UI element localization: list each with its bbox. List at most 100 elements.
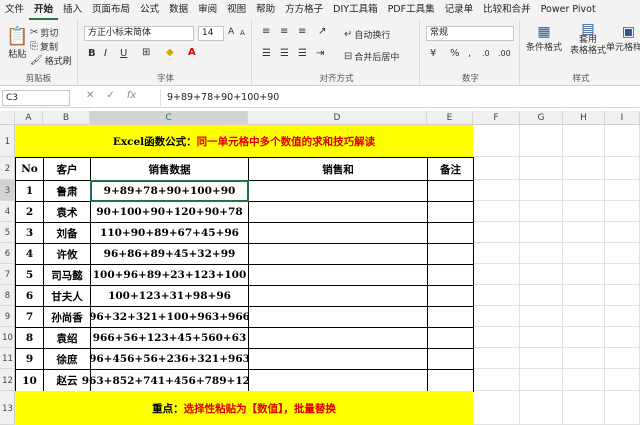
font-color-icon[interactable]: A bbox=[188, 47, 196, 58]
orientation-icon[interactable]: ↗ bbox=[318, 26, 326, 37]
menu-item-0[interactable]: 文件 bbox=[0, 0, 29, 20]
row-header-3[interactable]: 3 bbox=[0, 180, 15, 201]
empty-cell[interactable] bbox=[473, 243, 520, 264]
empty-cell[interactable] bbox=[473, 180, 520, 201]
customer-cell[interactable]: 司马懿 bbox=[43, 264, 91, 286]
formula-input[interactable]: 9+89+78+90+100+90 bbox=[160, 90, 279, 106]
empty-cell[interactable] bbox=[563, 243, 605, 264]
empty-cell[interactable] bbox=[473, 327, 520, 348]
customer-cell[interactable]: 孙尚香 bbox=[43, 306, 91, 328]
menu-item-11[interactable]: PDF工具集 bbox=[383, 0, 440, 20]
paste-button[interactable]: 📋 粘贴 bbox=[6, 26, 28, 60]
fx-icon[interactable]: fx bbox=[127, 90, 136, 101]
indent-icon[interactable]: ⇥ bbox=[316, 48, 324, 59]
empty-cell[interactable] bbox=[563, 201, 605, 222]
sales-sum-cell[interactable] bbox=[248, 306, 428, 328]
sales-sum-cell[interactable] bbox=[248, 222, 428, 244]
header-cell[interactable]: 销售和 bbox=[248, 157, 428, 181]
row-header-4[interactable]: 4 bbox=[0, 201, 15, 222]
cell-styles-button[interactable]: ▣ 单元格样式 bbox=[606, 24, 640, 53]
empty-cell[interactable] bbox=[473, 222, 520, 243]
header-cell[interactable]: 销售数据 bbox=[90, 157, 249, 181]
empty-cell[interactable] bbox=[563, 348, 605, 369]
menu-item-8[interactable]: 帮助 bbox=[251, 0, 280, 20]
empty-cell[interactable] bbox=[605, 222, 640, 243]
empty-cell[interactable] bbox=[473, 264, 520, 285]
sales-sum-cell[interactable] bbox=[248, 243, 428, 265]
empty-cell[interactable] bbox=[473, 285, 520, 306]
row-header-10[interactable]: 10 bbox=[0, 327, 15, 348]
header-cell[interactable]: No bbox=[15, 157, 44, 181]
sales-sum-cell[interactable] bbox=[248, 348, 428, 370]
row-number-cell[interactable]: 6 bbox=[15, 285, 44, 307]
menu-item-1[interactable]: 开始 bbox=[29, 0, 59, 20]
row-header-2[interactable]: 2 bbox=[0, 157, 15, 180]
row-number-cell[interactable]: 9 bbox=[15, 348, 44, 370]
empty-cell[interactable] bbox=[605, 327, 640, 348]
font-name-select[interactable]: 方正小标宋简体 bbox=[84, 26, 194, 41]
sales-sum-cell[interactable] bbox=[248, 285, 428, 307]
customer-cell[interactable]: 徐庶 bbox=[43, 348, 91, 370]
bold-button[interactable]: B bbox=[88, 48, 96, 59]
row-number-cell[interactable]: 3 bbox=[15, 222, 44, 244]
empty-cell[interactable] bbox=[520, 264, 563, 285]
sales-data-cell[interactable]: 110+90+89+67+45+96 bbox=[90, 222, 249, 244]
row-header-7[interactable]: 7 bbox=[0, 264, 15, 285]
sales-sum-cell[interactable] bbox=[248, 264, 428, 286]
empty-cell[interactable] bbox=[473, 306, 520, 327]
currency-icon[interactable]: ¥ bbox=[430, 48, 436, 59]
remark-cell[interactable] bbox=[427, 327, 474, 349]
row-header-8[interactable]: 8 bbox=[0, 285, 15, 306]
sales-data-cell[interactable]: 100+96+89+23+123+100 bbox=[90, 264, 249, 286]
remark-cell[interactable] bbox=[427, 264, 474, 286]
sales-data-cell[interactable]: 9+89+78+90+100+90 bbox=[90, 180, 249, 202]
remark-cell[interactable] bbox=[427, 201, 474, 223]
sales-data-cell[interactable]: 966+56+123+45+560+63 bbox=[90, 327, 249, 349]
column-header-G[interactable]: G bbox=[520, 111, 563, 125]
align-bottom-icon[interactable]: ≡ bbox=[298, 26, 306, 37]
empty-cell[interactable] bbox=[520, 243, 563, 264]
font-grow-button[interactable]: A bbox=[228, 27, 234, 37]
remark-cell[interactable] bbox=[427, 369, 474, 392]
conditional-format-button[interactable]: ▦ 条件格式 bbox=[526, 24, 562, 53]
empty-cell[interactable] bbox=[473, 125, 520, 157]
row-header-1[interactable]: 1 bbox=[0, 125, 15, 157]
empty-cell[interactable] bbox=[605, 157, 640, 180]
row-header-11[interactable]: 11 bbox=[0, 348, 15, 369]
empty-cell[interactable] bbox=[605, 264, 640, 285]
empty-cell[interactable] bbox=[563, 222, 605, 243]
row-header-5[interactable]: 5 bbox=[0, 222, 15, 243]
font-size-select[interactable]: 14 bbox=[198, 26, 224, 41]
customer-cell[interactable]: 袁术 bbox=[43, 201, 91, 223]
empty-cell[interactable] bbox=[473, 157, 520, 180]
remark-cell[interactable] bbox=[427, 306, 474, 328]
empty-cell[interactable] bbox=[605, 285, 640, 306]
title-banner[interactable]: Excel函数公式： 同一单元格中多个数值的求和技巧解读 bbox=[15, 125, 473, 157]
cut-button[interactable]: ✂ 剪切 bbox=[30, 26, 58, 39]
font-shrink-button[interactable]: A bbox=[240, 29, 245, 37]
align-middle-icon[interactable]: ≡ bbox=[280, 26, 288, 37]
format-painter-button[interactable]: 🖌 格式刷 bbox=[30, 54, 72, 67]
row-header-12[interactable]: 12 bbox=[0, 369, 15, 391]
customer-cell[interactable]: 刘备 bbox=[43, 222, 91, 244]
column-header-H[interactable]: H bbox=[563, 111, 605, 125]
footer-banner[interactable]: 重点： 选择性粘贴为【数值】，批量替换 bbox=[15, 391, 473, 425]
sales-sum-cell[interactable] bbox=[248, 201, 428, 223]
empty-cell[interactable] bbox=[605, 369, 640, 391]
merge-center-button[interactable]: ⊟ 合并后居中 bbox=[344, 50, 399, 63]
empty-cell[interactable] bbox=[563, 125, 605, 157]
empty-cell[interactable] bbox=[520, 157, 563, 180]
customer-cell[interactable]: 许攸 bbox=[43, 243, 91, 265]
empty-cell[interactable] bbox=[520, 306, 563, 327]
name-box[interactable]: C3 bbox=[2, 90, 70, 106]
row-number-cell[interactable]: 5 bbox=[15, 264, 44, 286]
empty-cell[interactable] bbox=[520, 125, 563, 157]
number-format-select[interactable]: 常规 bbox=[426, 26, 514, 41]
empty-cell[interactable] bbox=[520, 180, 563, 201]
remark-cell[interactable] bbox=[427, 348, 474, 370]
customer-cell[interactable]: 袁绍 bbox=[43, 327, 91, 349]
row-number-cell[interactable]: 2 bbox=[15, 201, 44, 223]
sales-data-cell[interactable]: 96+86+89+45+32+99 bbox=[90, 243, 249, 265]
empty-cell[interactable] bbox=[563, 369, 605, 391]
menu-item-4[interactable]: 公式 bbox=[135, 0, 164, 20]
